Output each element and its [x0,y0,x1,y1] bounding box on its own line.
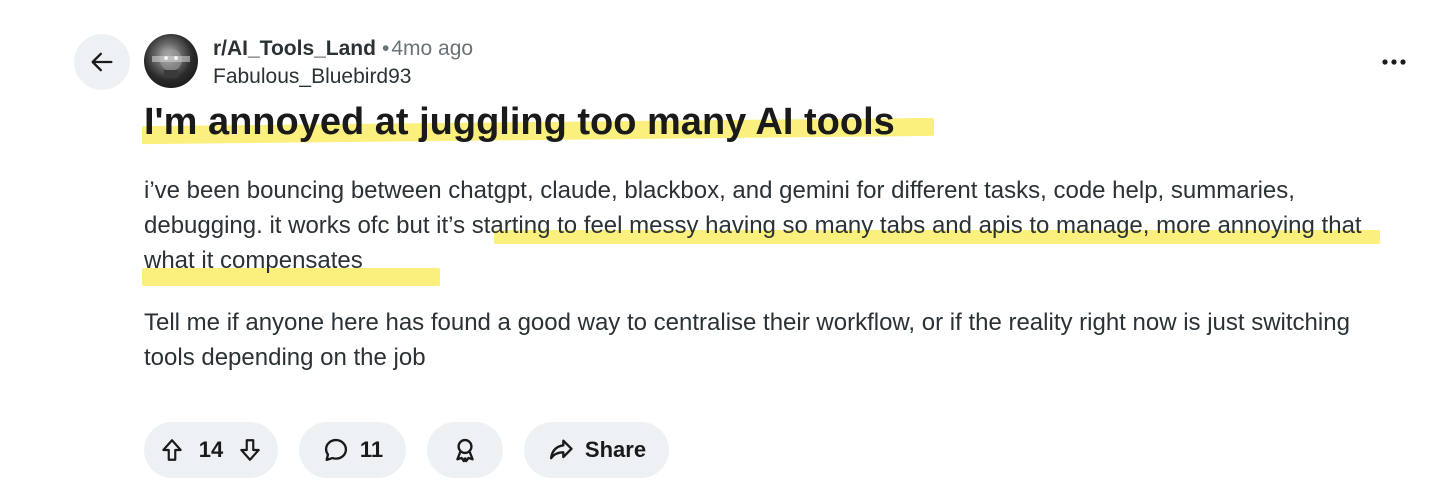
arrow-down-icon [240,439,260,461]
more-horizontal-icon [1381,58,1407,66]
meta-separator: • [381,37,390,60]
more-options-button[interactable] [1370,44,1418,80]
award-ribbon-icon [451,436,479,464]
back-button[interactable] [74,34,130,90]
award-button[interactable] [427,422,503,478]
arrow-left-icon [88,48,116,76]
post-age: 4mo ago [391,37,474,60]
arrow-up-icon [162,439,182,461]
author-link[interactable]: Fabulous_Bluebird93 [213,64,411,90]
post-body-paragraph: i’ve been bouncing between chatgpt, clau… [144,177,1362,274]
upvote-button[interactable] [159,437,185,463]
subreddit-avatar[interactable] [144,34,198,88]
vote-control: 14 [144,422,278,478]
chat-bubble-icon [322,436,350,464]
share-arrow-icon [547,436,575,464]
comments-button[interactable]: 11 [299,422,406,478]
post-body-paragraph: Tell me if anyone here has found a good … [144,309,1350,371]
post-title: I'm annoyed at juggling too many AI tool… [144,101,895,143]
vote-score: 14 [198,437,224,462]
share-button[interactable]: Share [524,422,669,478]
post-meta: r/AI_Tools_Land •4mo ago [213,36,473,62]
downvote-button[interactable] [237,437,263,463]
share-label: Share [584,437,647,462]
subreddit-link[interactable]: r/AI_Tools_Land [213,37,376,60]
comment-count: 11 [359,437,384,462]
